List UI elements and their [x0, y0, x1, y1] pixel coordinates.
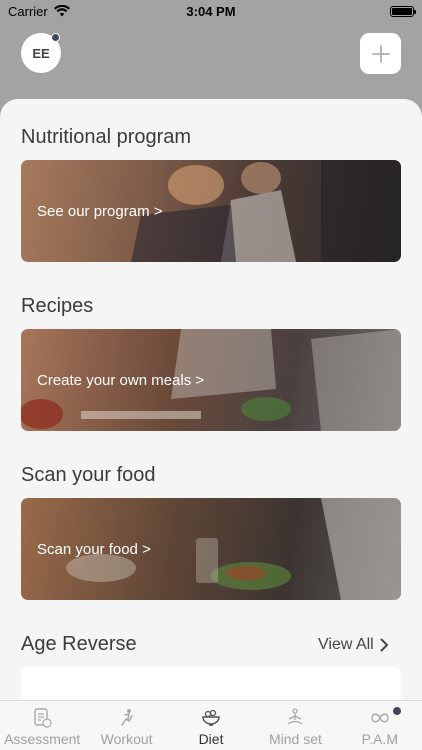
- content-sheet: Nutritional program See our program > Re…: [0, 99, 422, 709]
- pam-icon: [371, 713, 389, 723]
- view-all-label: View All: [318, 636, 374, 653]
- status-bar: Carrier 3:04 PM: [0, 0, 422, 22]
- scan-your-food-title: Scan your food: [21, 464, 156, 486]
- workout-icon: [120, 709, 133, 726]
- plus-icon: [371, 44, 390, 63]
- tab-assessment[interactable]: Assessment: [0, 701, 84, 750]
- scan-your-food-card[interactable]: Scan your food >: [21, 498, 401, 600]
- status-time: 3:04 PM: [186, 3, 236, 19]
- recipes-title: Recipes: [21, 295, 94, 317]
- tab-pam-label: P.A.M: [361, 731, 398, 747]
- avatar-initials: EE: [32, 45, 50, 61]
- avatar[interactable]: EE: [21, 33, 61, 73]
- tab-mind-set[interactable]: Mind set: [253, 701, 337, 750]
- tab-workout[interactable]: Workout: [84, 701, 168, 750]
- battery-icon: [390, 5, 416, 17]
- mindset-icon: [288, 708, 303, 725]
- age-reverse-title: Age Reverse: [21, 633, 137, 655]
- tab-workout-label: Workout: [100, 731, 153, 747]
- tab-diet-label: Diet: [198, 731, 224, 747]
- add-button[interactable]: [360, 33, 401, 74]
- recipes-card-label: Create your own meals >: [37, 371, 205, 389]
- chevron-right-icon: [380, 638, 388, 652]
- tab-pam[interactable]: P.A.M: [338, 701, 422, 750]
- notification-dot: [392, 707, 401, 715]
- diet-icon: [202, 709, 220, 726]
- tab-diet[interactable]: Diet: [169, 701, 253, 750]
- tab-mind-set-label: Mind set: [268, 731, 322, 747]
- nutritional-program-card-label: See our program >: [37, 202, 163, 220]
- scan-your-food-card-label: Scan your food >: [37, 540, 151, 558]
- tab-assessment-label: Assessment: [4, 731, 81, 747]
- nutritional-program-title: Nutritional program: [21, 126, 192, 148]
- recipes-card[interactable]: Create your own meals >: [21, 329, 401, 431]
- nutritional-program-card[interactable]: See our program >: [21, 160, 401, 262]
- tab-bar: Assessment Workout Diet Mind set P.A.M: [0, 700, 422, 750]
- assessment-icon: [34, 708, 52, 728]
- view-all-link[interactable]: View All: [318, 636, 389, 654]
- notification-dot: [51, 33, 60, 42]
